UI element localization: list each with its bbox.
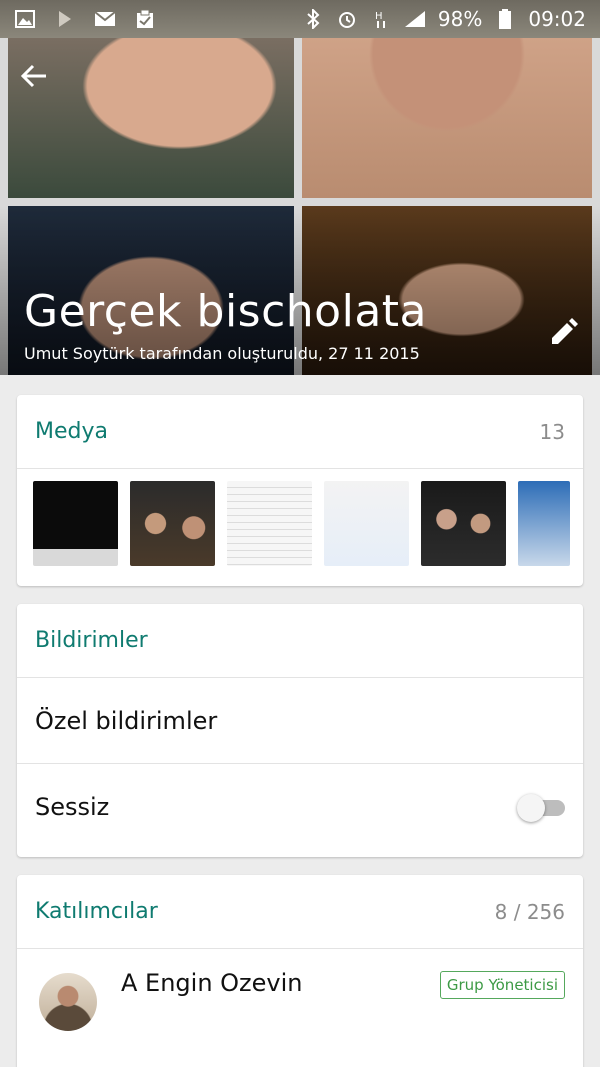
pencil-icon[interactable]	[548, 318, 580, 350]
custom-notifications-row[interactable]: Özel bildirimler	[17, 678, 583, 764]
group-created-info: Umut Soytürk tarafından oluşturuldu, 27 …	[24, 344, 420, 363]
battery-percent: 98%	[437, 7, 483, 31]
clock: 09:02	[528, 7, 586, 31]
media-thumbnail[interactable]	[518, 481, 570, 566]
media-thumbnail[interactable]	[33, 481, 118, 566]
data-icon: H	[370, 10, 392, 28]
bluetooth-icon	[302, 9, 324, 29]
group-title: Gerçek bischolata	[24, 286, 427, 337]
mute-toggle[interactable]	[517, 794, 565, 822]
media-count: 13	[539, 419, 565, 444]
play-icon	[54, 10, 76, 28]
battery-icon	[494, 9, 516, 29]
group-header: Gerçek bischolata Umut Soytürk tarafında…	[0, 0, 600, 375]
media-title: Medya	[35, 419, 108, 444]
participants-card: Katılımcılar 8 / 256 A Engin Ozevin Grup…	[17, 875, 583, 1067]
signal-icon	[404, 10, 426, 28]
participants-count: 8 / 256	[494, 899, 565, 924]
media-card[interactable]: Medya 13	[17, 395, 583, 586]
status-bar: H 98% 09:02	[0, 0, 600, 38]
mail-icon	[94, 10, 116, 28]
media-strip[interactable]	[17, 469, 583, 566]
mute-row[interactable]: Sessiz	[17, 764, 583, 850]
media-header[interactable]: Medya 13	[17, 395, 583, 469]
participant-row[interactable]: A Engin Ozevin Grup Yöneticisi	[17, 949, 583, 1067]
avatar[interactable]	[39, 973, 97, 1031]
toggle-knob	[517, 794, 545, 822]
media-thumbnail[interactable]	[421, 481, 506, 566]
svg-text:H: H	[375, 11, 383, 22]
image-icon	[14, 10, 36, 28]
mute-label: Sessiz	[35, 793, 110, 821]
admin-badge: Grup Yöneticisi	[439, 971, 565, 999]
alarm-icon	[336, 10, 358, 28]
clipboard-icon	[134, 9, 156, 28]
notifications-title: Bildirimler	[35, 628, 148, 653]
notifications-card: Bildirimler Özel bildirimler Sessiz	[17, 604, 583, 857]
participants-header: Katılımcılar 8 / 256	[17, 875, 583, 949]
custom-notifications-label: Özel bildirimler	[35, 706, 218, 735]
participants-title: Katılımcılar	[35, 899, 158, 924]
notifications-header: Bildirimler	[17, 604, 583, 678]
back-arrow-icon[interactable]	[20, 62, 52, 94]
participant-name: A Engin Ozevin	[121, 969, 303, 997]
media-thumbnail[interactable]	[130, 481, 215, 566]
media-thumbnail[interactable]	[227, 481, 312, 566]
media-thumbnail[interactable]	[324, 481, 409, 566]
